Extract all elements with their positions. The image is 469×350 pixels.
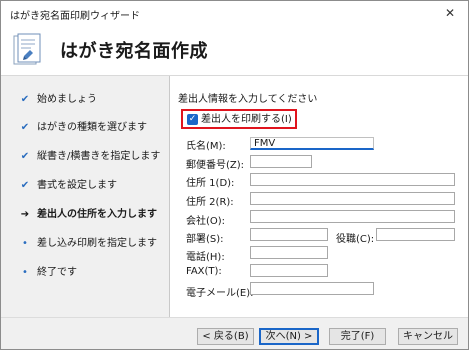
- company-field[interactable]: [250, 210, 455, 223]
- step-start: ✔ 始めましょう: [19, 92, 169, 108]
- window-title: はがき宛名面印刷ウィザード: [10, 11, 140, 22]
- step-format: ✔ 書式を設定します: [19, 178, 169, 194]
- next-button[interactable]: 次へ(N) >: [259, 328, 319, 345]
- bullet-icon: •: [22, 238, 28, 249]
- postal-field[interactable]: [250, 155, 312, 168]
- check-icon: ✔: [20, 151, 30, 162]
- wizard-icon: [13, 33, 41, 65]
- close-button[interactable]: ✕: [436, 2, 464, 24]
- phone-label: 電話(H):: [186, 252, 225, 263]
- wizard-header: はがき宛名面作成: [1, 25, 468, 76]
- step-label: 縦書き/横書きを指定します: [37, 151, 161, 162]
- position-field[interactable]: [376, 228, 455, 241]
- cancel-button[interactable]: キャンセル: [398, 328, 458, 345]
- postal-label: 郵便番号(Z):: [186, 160, 245, 171]
- step-finish: • 終了です: [19, 265, 169, 281]
- email-field[interactable]: [250, 282, 374, 295]
- print-sender-label: 差出人を印刷する(I): [201, 114, 292, 125]
- back-button[interactable]: < 戻る(B): [197, 328, 254, 345]
- instruction-text: 差出人情報を入力してください: [178, 94, 318, 105]
- name-value: FMV: [254, 138, 276, 149]
- position-label: 役職(C):: [336, 234, 375, 245]
- fax-field[interactable]: [250, 264, 328, 277]
- phone-field[interactable]: [250, 246, 328, 259]
- wizard-steps: ✔ 始めましょう ✔ はがきの種類を選びます ✔ 縦書き/横書きを指定します ✔…: [1, 76, 169, 317]
- step-label: 書式を設定します: [37, 180, 117, 191]
- wizard-window: はがき宛名面印刷ウィザード ✕ はがき宛名面作成 ✔ 始めましょう ✔ はがきの…: [0, 0, 469, 350]
- email-label: 電子メール(E):: [186, 288, 254, 299]
- page-title: はがき宛名面作成: [60, 41, 208, 62]
- address2-label: 住所 2(R):: [186, 197, 234, 208]
- name-field[interactable]: FMV: [250, 137, 374, 150]
- step-orientation: ✔ 縦書き/横書きを指定します: [19, 149, 169, 165]
- arrow-right-icon: ➔: [20, 209, 30, 220]
- sender-form: 差出人情報を入力してください ✓ 差出人を印刷する(I) 氏名(M): FMV …: [170, 76, 468, 317]
- bullet-icon: •: [22, 267, 28, 278]
- check-icon: ✔: [20, 180, 30, 191]
- step-sender-address: ➔ 差出人の住所を入力します: [19, 207, 169, 223]
- step-card-type: ✔ はがきの種類を選びます: [19, 120, 169, 136]
- name-label: 氏名(M):: [186, 141, 226, 152]
- step-label: 終了です: [37, 267, 77, 278]
- check-icon: ✔: [20, 122, 30, 133]
- address1-field[interactable]: [250, 173, 455, 186]
- address2-field[interactable]: [250, 192, 455, 205]
- button-bar: < 戻る(B) 次へ(N) > 完了(F) キャンセル: [1, 317, 468, 349]
- department-label: 部署(S):: [186, 234, 224, 245]
- fax-label: FAX(T):: [186, 266, 222, 277]
- department-field[interactable]: [250, 228, 328, 241]
- finish-button[interactable]: 完了(F): [329, 328, 386, 345]
- step-mail-merge: • 差し込み印刷を指定します: [19, 236, 169, 252]
- step-label: はがきの種類を選びます: [37, 122, 147, 133]
- step-label: 差し込み印刷を指定します: [37, 238, 157, 249]
- address1-label: 住所 1(D):: [186, 178, 235, 189]
- step-label: 差出人の住所を入力します: [37, 209, 157, 220]
- company-label: 会社(O):: [186, 216, 226, 227]
- step-label: 始めましょう: [37, 94, 97, 105]
- check-icon: ✔: [20, 94, 30, 105]
- checkbox-checked-icon[interactable]: ✓: [187, 114, 198, 125]
- title-bar: はがき宛名面印刷ウィザード ✕: [1, 1, 468, 25]
